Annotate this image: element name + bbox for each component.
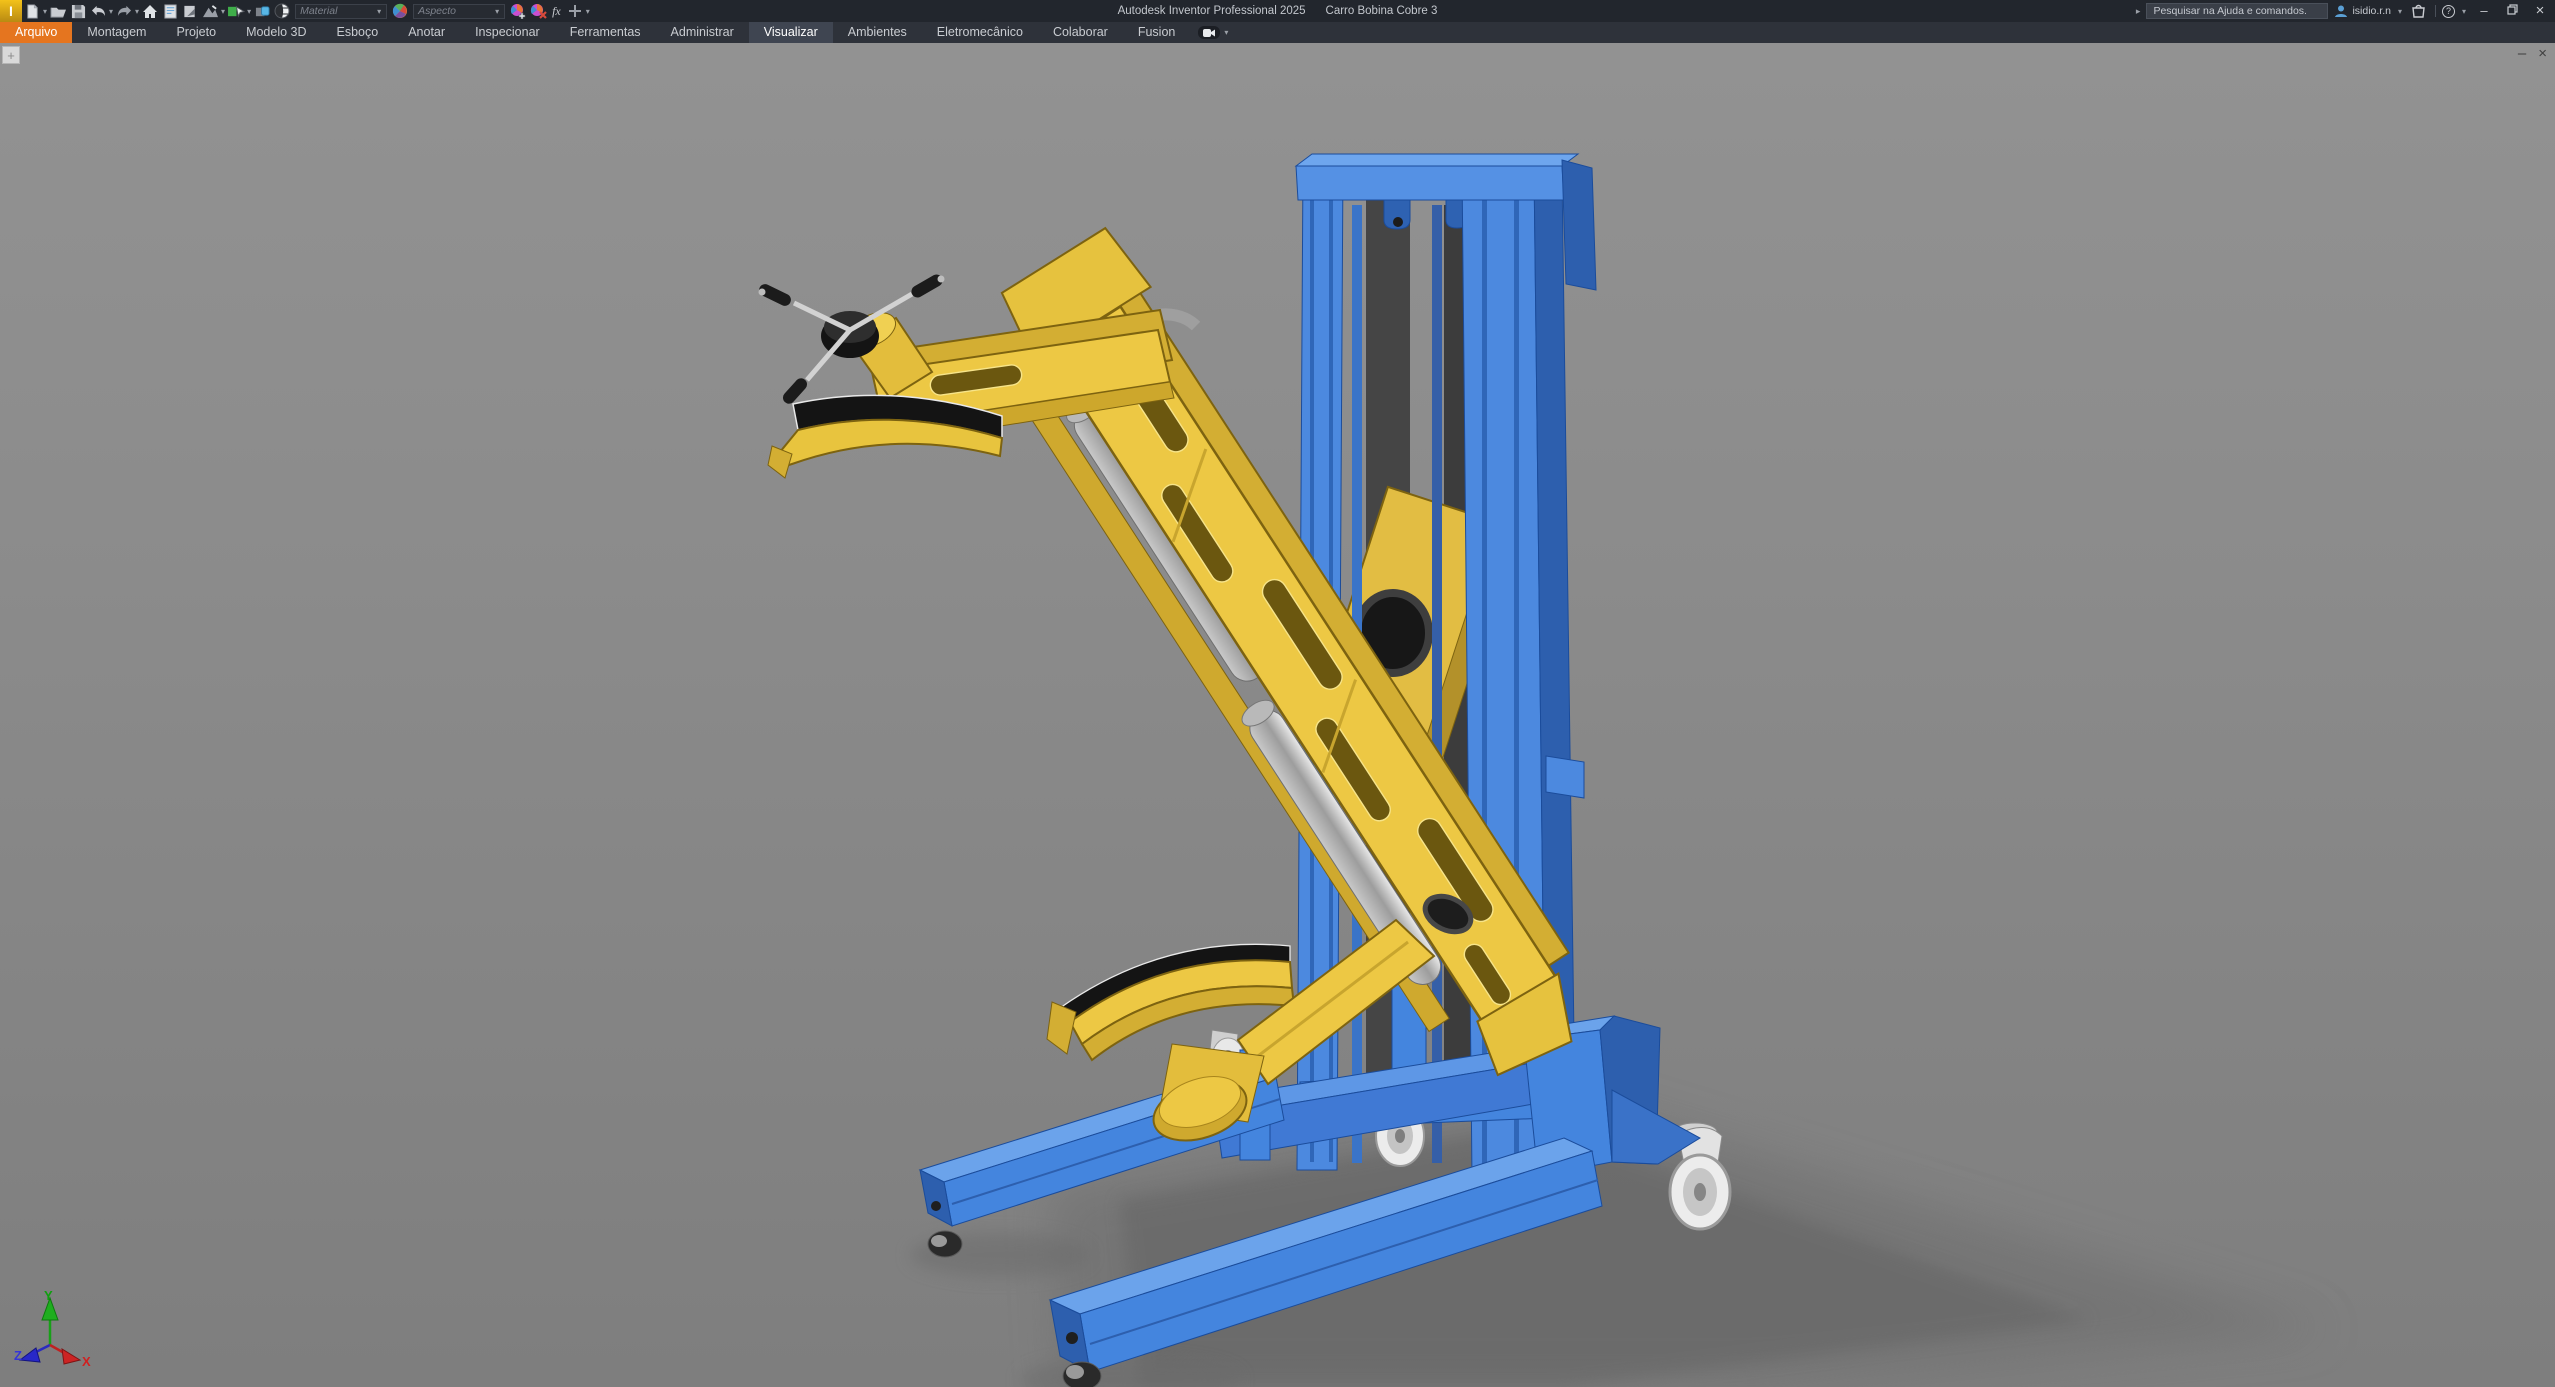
tab-fusion[interactable]: Fusion: [1123, 22, 1191, 43]
axis-label-y: Y: [44, 1288, 53, 1303]
sketch-mountain-icon: [202, 4, 219, 19]
help-question-icon: ?: [2446, 6, 2451, 16]
home-icon: [142, 4, 158, 19]
document-minimize-button[interactable]: –: [2518, 45, 2526, 62]
account-menu[interactable]: isidio.r.n: [2334, 4, 2391, 18]
username-label: isidio.r.n: [2352, 5, 2391, 17]
tab-arquivo[interactable]: Arquivo: [0, 22, 72, 43]
material-combobox-value: Material: [300, 5, 337, 17]
titlebar-right: ▸ Pesquisar na Ajuda e comandos. isidio.…: [2136, 0, 2555, 22]
restore-icon: [2507, 4, 2518, 15]
tab-esboco[interactable]: Esboço: [322, 22, 394, 43]
save-button[interactable]: [68, 1, 88, 21]
application-menu-button[interactable]: I: [0, 0, 22, 22]
material-combobox[interactable]: Material ▾: [295, 4, 387, 19]
help-button[interactable]: ?: [2442, 5, 2455, 18]
new-file-button[interactable]: [22, 1, 42, 21]
select-cursor-icon: [227, 4, 245, 19]
undo-button[interactable]: [88, 1, 108, 21]
axis-label-z: Z: [14, 1348, 22, 1363]
select-tool-button[interactable]: [226, 1, 246, 21]
tab-colaborar[interactable]: Colaborar: [1038, 22, 1123, 43]
sketch-view-button[interactable]: [200, 1, 220, 21]
browser-panel-add-button[interactable]: +: [2, 46, 20, 64]
redo-arrow-icon: [116, 4, 133, 18]
update-cube-icon: [254, 4, 271, 19]
return-icon: [182, 4, 198, 19]
user-avatar-icon: [2334, 4, 2348, 18]
document-window-controls: – ×: [2518, 45, 2547, 62]
help-search-input[interactable]: Pesquisar na Ajuda e comandos.: [2146, 3, 2328, 19]
tab-anotar[interactable]: Anotar: [393, 22, 460, 43]
ribbon-tab-bar: Arquivo Montagem Projeto Modelo 3D Esboç…: [0, 22, 2555, 43]
window-close-button[interactable]: ×: [2529, 0, 2551, 22]
sheet-grid-icon: [163, 4, 178, 19]
redo-button[interactable]: [114, 1, 134, 21]
tab-administrar[interactable]: Administrar: [656, 22, 749, 43]
document-title: Carro Bobina Cobre 3: [1326, 5, 1438, 17]
tab-inspecionar[interactable]: Inspecionar: [460, 22, 555, 43]
aspect-combobox[interactable]: Aspecto ▾: [413, 4, 505, 19]
tab-projeto[interactable]: Projeto: [161, 22, 231, 43]
aspect-combobox-value: Aspecto: [418, 5, 456, 17]
measure-caret[interactable]: ▾: [585, 7, 591, 16]
drawing-sheet-button[interactable]: [160, 1, 180, 21]
graphics-viewport[interactable]: + – ×: [0, 43, 2555, 1387]
open-folder-icon: [50, 4, 67, 19]
document-close-button[interactable]: ×: [2538, 45, 2547, 62]
app-title: Autodesk Inventor Professional 2025: [1118, 5, 1306, 17]
checkered-sphere-icon: [274, 3, 290, 19]
return-button[interactable]: [180, 1, 200, 21]
appearance-sphere-button[interactable]: [272, 1, 292, 21]
material-combobox-caret: ▾: [376, 7, 382, 16]
aspect-combobox-caret: ▾: [494, 7, 500, 16]
undo-arrow-icon: [90, 4, 107, 18]
home-button[interactable]: [140, 1, 160, 21]
tab-ambientes[interactable]: Ambientes: [833, 22, 922, 43]
save-floppy-icon: [71, 4, 86, 19]
shopping-bag-icon: [2411, 4, 2426, 18]
plus-icon: [568, 4, 582, 18]
tab-montagem[interactable]: Montagem: [72, 22, 161, 43]
axis-triad: Y Z X: [14, 1288, 91, 1369]
tab-modelo-3d[interactable]: Modelo 3D: [231, 22, 321, 43]
help-search-placeholder: Pesquisar na Ajuda e comandos.: [2153, 5, 2307, 17]
3d-model-carro-bobina-cobre[interactable]: Y Z X: [0, 43, 2555, 1387]
open-file-button[interactable]: [48, 1, 68, 21]
tab-visualizar[interactable]: Visualizar: [749, 22, 833, 43]
plus-icon: +: [7, 48, 15, 63]
adjust-appearance-button[interactable]: [508, 1, 528, 21]
titlebar-divider: [2435, 5, 2436, 17]
help-caret[interactable]: ▾: [2461, 7, 2467, 16]
color-wheel-sphere-icon: [392, 3, 408, 19]
top-saddle: [768, 395, 1002, 478]
title-bar: I ▾ ▾ ▾ ▾: [0, 0, 2555, 22]
clear-appearance-button[interactable]: [528, 1, 548, 21]
sphere-plus-icon: [510, 3, 527, 19]
local-update-button[interactable]: [252, 1, 272, 21]
search-expander-icon[interactable]: ▸: [2136, 6, 2141, 17]
window-minimize-button[interactable]: –: [2473, 0, 2495, 22]
axis-label-x: X: [82, 1354, 91, 1369]
tab-eletromecanico[interactable]: Eletromecânico: [922, 22, 1038, 43]
account-caret[interactable]: ▾: [2397, 7, 2403, 16]
camera-icon: [1198, 26, 1220, 39]
measure-button[interactable]: [565, 1, 585, 21]
tab-ferramentas[interactable]: Ferramentas: [555, 22, 656, 43]
parameters-fx-button[interactable]: fx: [548, 4, 565, 19]
ribbon-display-caret: ▾: [1223, 28, 1229, 37]
color-sphere-button[interactable]: [390, 1, 410, 21]
store-button[interactable]: [2409, 1, 2429, 21]
quick-access-toolbar: I ▾ ▾ ▾ ▾: [0, 0, 591, 22]
inventor-logo: I: [9, 3, 13, 19]
ribbon-display-toggle[interactable]: ▾: [1190, 22, 1237, 43]
new-file-icon: [25, 4, 40, 19]
sphere-x-icon: [530, 3, 547, 19]
window-restore-button[interactable]: [2501, 0, 2523, 22]
